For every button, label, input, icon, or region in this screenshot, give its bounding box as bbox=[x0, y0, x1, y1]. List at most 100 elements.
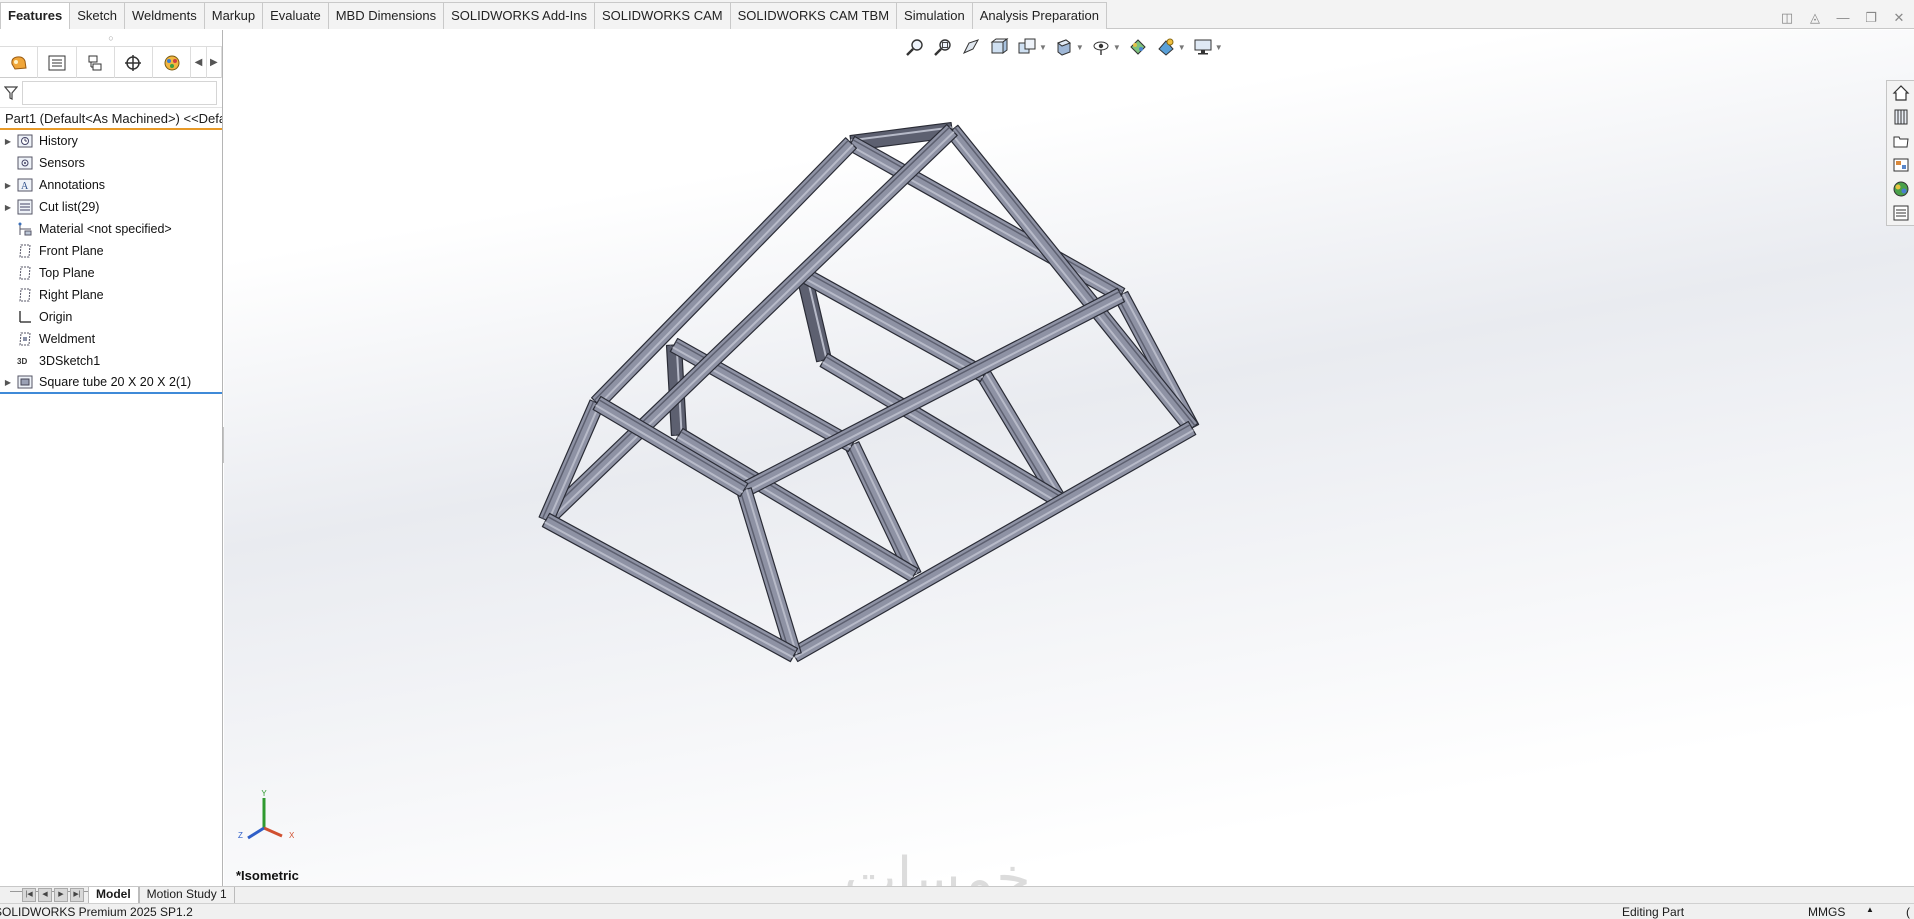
minimize-icon[interactable]: — bbox=[1834, 10, 1852, 26]
history-icon bbox=[16, 132, 34, 150]
feature-manager-panel: ○ ◀ ▶ Part1 (Default<As Machined>) <<Def… bbox=[0, 30, 223, 886]
tab-features[interactable]: Features bbox=[0, 2, 71, 29]
tree-item-label: Annotations bbox=[39, 178, 106, 192]
triad-y-label: Y bbox=[261, 789, 267, 798]
bottom-tab-motion-study-1[interactable]: Motion Study 1 bbox=[138, 887, 235, 904]
tree-item-label: Weldment bbox=[39, 332, 96, 346]
tree-item-label: Material <not specified> bbox=[39, 222, 172, 236]
tab-sketch[interactable]: Sketch bbox=[70, 2, 125, 29]
tree-item-label: Sensors bbox=[39, 156, 85, 170]
tab-solidworks-cam-tbm[interactable]: SOLIDWORKS CAM TBM bbox=[730, 2, 898, 29]
status-bar: SOLIDWORKS Premium 2025 SP1.2 Editing Pa… bbox=[0, 903, 1914, 919]
filter-row bbox=[0, 78, 222, 108]
tree-item-weldment[interactable]: Weldment bbox=[0, 328, 222, 350]
configurationmanager-icon[interactable] bbox=[77, 47, 115, 78]
expand-arrow-icon[interactable]: ▶ bbox=[0, 378, 16, 387]
right-top-longitudinal[interactable] bbox=[739, 287, 1126, 498]
bottom-tab-model[interactable]: Model bbox=[88, 887, 139, 904]
triad-z-label: Z bbox=[238, 831, 243, 840]
expand-arrow-icon[interactable]: ▶ bbox=[0, 137, 16, 146]
tab-weldments[interactable]: Weldments bbox=[124, 2, 205, 29]
watermark-logo: خمسات bbox=[844, 846, 1031, 886]
status-extra: ( bbox=[1906, 905, 1910, 919]
propertymanager-icon[interactable] bbox=[38, 47, 77, 78]
expand-arrow-icon[interactable]: ▶ bbox=[0, 203, 16, 212]
tree-item-material-not-specified[interactable]: Material <not specified> bbox=[0, 218, 222, 240]
status-mode: Editing Part bbox=[1622, 905, 1685, 919]
feature-tree: ▶ History Sensors ▶ A Annotations ▶ Cut list(29… bbox=[0, 130, 222, 394]
plane-icon bbox=[16, 286, 34, 304]
tree-item-square-tube-20-x-20-x-2-1[interactable]: ▶ Square tube 20 X 20 X 2(1) bbox=[0, 372, 222, 394]
cut-list-icon bbox=[16, 198, 34, 216]
part-root-node[interactable]: Part1 (Default<As Machined>) <<Defa bbox=[0, 108, 222, 130]
filter-input[interactable] bbox=[22, 80, 217, 105]
material-icon bbox=[16, 220, 34, 238]
units-up-arrow-icon[interactable]: ▲ bbox=[1866, 905, 1874, 914]
tabs-scroll-right-icon[interactable]: ▶ bbox=[207, 47, 222, 78]
tab-markup[interactable]: Markup bbox=[204, 2, 264, 29]
panel-grip[interactable]: ○ bbox=[0, 30, 222, 46]
tree-item-3dsketch1[interactable]: 3D 3DSketch1 bbox=[0, 350, 222, 372]
model-tabs: Model Motion Study 1 bbox=[88, 887, 235, 904]
plane-icon bbox=[16, 264, 34, 282]
tree-item-annotations[interactable]: ▶ A Annotations bbox=[0, 174, 222, 196]
command-tabs: Features Sketch Weldments Markup Evaluate MBD… bbox=[0, 2, 1107, 29]
tree-item-label: Origin bbox=[39, 310, 73, 324]
reference-triad: Y X Z bbox=[238, 789, 294, 840]
plane-icon bbox=[16, 242, 34, 260]
tree-item-label: Cut list(29) bbox=[39, 200, 100, 214]
tree-item-label: Square tube 20 X 20 X 2(1) bbox=[39, 375, 192, 389]
dimxpert-icon[interactable] bbox=[115, 47, 154, 78]
annotations-icon: A bbox=[16, 176, 34, 194]
tab-evaluate[interactable]: Evaluate bbox=[263, 2, 329, 29]
graphics-area[interactable]: ▼ ▼ ▼ ▼ ▼ Y X Z *Isometric خمسات bbox=[224, 30, 1914, 886]
first-tab-arrow-icon[interactable]: |◀ bbox=[22, 888, 36, 902]
tab-mbd-dimensions[interactable]: MBD Dimensions bbox=[328, 2, 445, 29]
tree-item-label: Front Plane bbox=[39, 244, 104, 258]
last-tab-arrow-icon[interactable]: ▶| bbox=[70, 888, 84, 902]
featuremanager-icon[interactable] bbox=[0, 47, 39, 78]
tab-analysis-preparation[interactable]: Analysis Preparation bbox=[972, 2, 1107, 29]
tabs-scroll-left-icon[interactable]: ◀ bbox=[191, 47, 207, 78]
close-icon[interactable]: ✕ bbox=[1890, 10, 1908, 26]
triad-x-label: X bbox=[289, 831, 294, 840]
filter-icon[interactable] bbox=[4, 85, 18, 100]
tab-solidworks-add-ins[interactable]: SOLIDWORKS Add-Ins bbox=[444, 2, 595, 29]
tree-item-top-plane[interactable]: Top Plane bbox=[0, 262, 222, 284]
tree-item-label: 3DSketch1 bbox=[39, 354, 101, 368]
restore-right-icon[interactable]: ◬ bbox=[1806, 10, 1824, 26]
tree-item-front-plane[interactable]: Front Plane bbox=[0, 240, 222, 262]
maximize-icon[interactable]: ❐ bbox=[1862, 10, 1880, 26]
command-manager: Features Sketch Weldments Markup Evaluate MBD… bbox=[0, 0, 1914, 29]
window-controls: ◫ ◬ — ❐ ✕ bbox=[1778, 10, 1908, 26]
origin-icon bbox=[16, 308, 34, 326]
tree-item-cut-list-29[interactable]: ▶ Cut list(29) bbox=[0, 196, 222, 218]
next-tab-arrow-icon[interactable]: ▶ bbox=[54, 888, 68, 902]
display-manager-icon[interactable] bbox=[153, 47, 192, 78]
tree-item-sensors[interactable]: Sensors bbox=[0, 152, 222, 174]
part-title: Part1 (Default<As Machined>) <<Defa bbox=[5, 110, 222, 126]
bottom-tab-bar: |◀ ◀ ▶ ▶| Model Motion Study 1 bbox=[0, 886, 1914, 904]
3d-sketch-icon: 3D bbox=[16, 352, 34, 370]
structural-member-icon bbox=[16, 373, 34, 391]
units-selector[interactable]: MMGS bbox=[1808, 905, 1845, 919]
tab-solidworks-cam[interactable]: SOLIDWORKS CAM bbox=[594, 2, 731, 29]
tree-item-label: History bbox=[39, 134, 78, 148]
restore-left-icon[interactable]: ◫ bbox=[1778, 10, 1796, 26]
svg-text:3D: 3D bbox=[17, 357, 27, 366]
svg-text:A: A bbox=[21, 181, 29, 192]
status-version: SOLIDWORKS Premium 2025 SP1.2 bbox=[0, 905, 193, 919]
prev-tab-arrow-icon[interactable]: ◀ bbox=[38, 888, 52, 902]
weldment-icon bbox=[16, 330, 34, 348]
tree-item-right-plane[interactable]: Right Plane bbox=[0, 284, 222, 306]
tab-simulation[interactable]: Simulation bbox=[897, 2, 973, 29]
expand-arrow-icon[interactable]: ▶ bbox=[0, 181, 16, 190]
tab-navigation: |◀ ◀ ▶ ▶| bbox=[22, 888, 84, 902]
tree-item-label: Top Plane bbox=[39, 266, 95, 280]
feature-manager-tabs: ◀ ▶ bbox=[0, 46, 222, 78]
weldment-frame-model[interactable] bbox=[224, 30, 1914, 886]
tree-item-origin[interactable]: Origin bbox=[0, 306, 222, 328]
sensors-icon bbox=[16, 154, 34, 172]
tree-item-label: Right Plane bbox=[39, 288, 104, 302]
tree-item-history[interactable]: ▶ History bbox=[0, 130, 222, 152]
